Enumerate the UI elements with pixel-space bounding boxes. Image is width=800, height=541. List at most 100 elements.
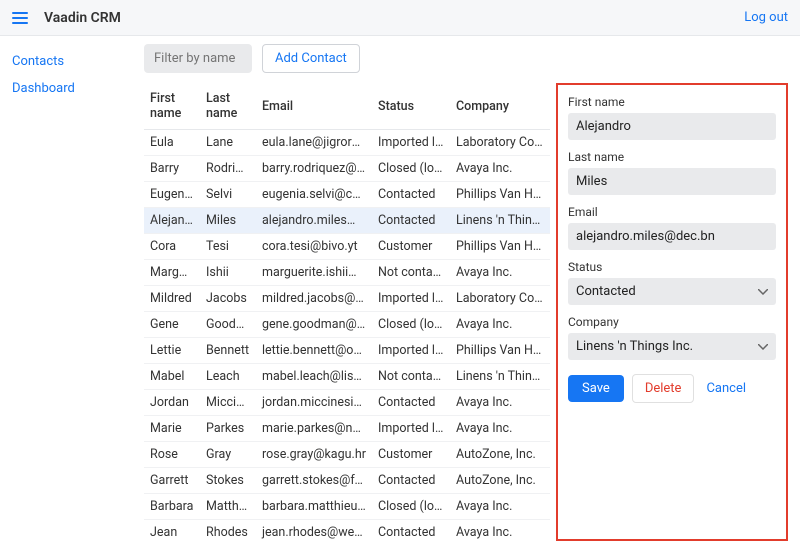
table-row[interactable]: AlejandroMilesalejandro.miles@de…Contact… bbox=[144, 208, 550, 234]
col-email[interactable]: Email bbox=[256, 83, 372, 130]
delete-button[interactable]: Delete bbox=[632, 374, 695, 403]
input-last-name[interactable] bbox=[568, 168, 776, 195]
cell-company: Phillips Van Heusen Corporation bbox=[450, 182, 550, 208]
cell-email: marguerite.ishii@ju… bbox=[256, 260, 372, 286]
main-content: Add Contact First name Last name Email S… bbox=[136, 36, 800, 541]
col-status[interactable]: Status bbox=[372, 83, 450, 130]
cell-first: Eugenia bbox=[144, 182, 200, 208]
cell-company: Avaya Inc. bbox=[450, 312, 550, 338]
label-first-name: First name bbox=[568, 95, 776, 109]
cell-first: Mabel bbox=[144, 364, 200, 390]
cell-email: alejandro.miles@de… bbox=[256, 208, 372, 234]
filter-input[interactable] bbox=[144, 44, 252, 73]
cell-last: Gray bbox=[200, 442, 256, 468]
cancel-button[interactable]: Cancel bbox=[702, 375, 750, 402]
table-row[interactable]: RoseGrayrose.gray@kagu.hrCustomerAutoZon… bbox=[144, 442, 550, 468]
cell-last: Selvi bbox=[200, 182, 256, 208]
cell-email: marie.parkes@nowu… bbox=[256, 416, 372, 442]
logout-link[interactable]: Log out bbox=[744, 10, 788, 25]
table-row[interactable]: GarrettStokesgarrett.stokes@fef.bgContac… bbox=[144, 468, 550, 494]
cell-last: Goodm… bbox=[200, 312, 256, 338]
cell-status: Imported lead bbox=[372, 286, 450, 312]
cell-email: barry.rodriquez@zu… bbox=[256, 156, 372, 182]
select-status[interactable]: Contacted bbox=[568, 278, 776, 305]
table-row[interactable]: Margue…Ishiimarguerite.ishii@ju…Not cont… bbox=[144, 260, 550, 286]
add-contact-button[interactable]: Add Contact bbox=[262, 44, 360, 73]
cell-company: AutoZone, Inc. bbox=[450, 468, 550, 494]
cell-first: Barry bbox=[144, 156, 200, 182]
table-row[interactable]: MildredJacobsmildred.jacobs@jor…Imported… bbox=[144, 286, 550, 312]
app-title: Vaadin CRM bbox=[44, 10, 121, 26]
cell-company: Avaya Inc. bbox=[450, 494, 550, 520]
cell-email: rose.gray@kagu.hr bbox=[256, 442, 372, 468]
cell-email: jean.rhodes@wehov… bbox=[256, 520, 372, 541]
cell-status: Closed (lost) bbox=[372, 494, 450, 520]
menu-icon[interactable] bbox=[12, 12, 28, 24]
cell-last: Stokes bbox=[200, 468, 256, 494]
cell-company: Avaya Inc. bbox=[450, 390, 550, 416]
cell-status: Imported lead bbox=[372, 130, 450, 156]
cell-email: mildred.jacobs@jor… bbox=[256, 286, 372, 312]
cell-first: Rose bbox=[144, 442, 200, 468]
cell-email: lettie.bennett@odet… bbox=[256, 338, 372, 364]
cell-company: Phillips Van Heusen Corporation bbox=[450, 338, 550, 364]
cell-company: Avaya Inc. bbox=[450, 416, 550, 442]
cell-last: Miles bbox=[200, 208, 256, 234]
cell-status: Closed (lost) bbox=[372, 312, 450, 338]
cell-email: eula.lane@jigrormo.ye bbox=[256, 130, 372, 156]
cell-last: Parkes bbox=[200, 416, 256, 442]
table-row[interactable]: EugeniaSelvieugenia.selvi@capf…Contacted… bbox=[144, 182, 550, 208]
cell-status: Imported lead bbox=[372, 416, 450, 442]
cell-status: Customer bbox=[372, 442, 450, 468]
table-row[interactable]: LettieBennettlettie.bennett@odet…Importe… bbox=[144, 338, 550, 364]
label-company: Company bbox=[568, 315, 776, 329]
label-email: Email bbox=[568, 205, 776, 219]
cell-first: Lettie bbox=[144, 338, 200, 364]
sidebar-item-dashboard[interactable]: Dashboard bbox=[12, 75, 136, 102]
table-row[interactable]: GeneGoodm…gene.goodman@ke…Closed (lost)A… bbox=[144, 312, 550, 338]
table-row[interactable]: MarieParkesmarie.parkes@nowu…Imported le… bbox=[144, 416, 550, 442]
cell-status: Closed (lost) bbox=[372, 156, 450, 182]
col-first-name[interactable]: First name bbox=[144, 83, 200, 130]
cell-first: Barbara bbox=[144, 494, 200, 520]
contacts-table: First name Last name Email Status Compan… bbox=[144, 83, 550, 541]
col-company[interactable]: Company bbox=[450, 83, 550, 130]
table-row[interactable]: EulaLaneeula.lane@jigrormo.yeImported le… bbox=[144, 130, 550, 156]
topbar: Vaadin CRM Log out bbox=[0, 0, 800, 36]
sidebar: Contacts Dashboard bbox=[0, 36, 136, 541]
save-button[interactable]: Save bbox=[568, 375, 624, 402]
cell-first: Margue… bbox=[144, 260, 200, 286]
cell-company: Linens 'n Things Inc. bbox=[450, 208, 550, 234]
cell-email: gene.goodman@ke… bbox=[256, 312, 372, 338]
cell-email: mabel.leach@lisohu… bbox=[256, 364, 372, 390]
cell-first: Gene bbox=[144, 312, 200, 338]
cell-last: Lane bbox=[200, 130, 256, 156]
cell-status: Contacted bbox=[372, 520, 450, 541]
cell-company: Avaya Inc. bbox=[450, 260, 550, 286]
cell-status: Contacted bbox=[372, 468, 450, 494]
cell-last: Leach bbox=[200, 364, 256, 390]
table-row[interactable]: JeanRhodesjean.rhodes@wehov…ContactedAva… bbox=[144, 520, 550, 541]
cell-last: Ishii bbox=[200, 260, 256, 286]
cell-last: Tesi bbox=[200, 234, 256, 260]
cell-first: Jean bbox=[144, 520, 200, 541]
input-email[interactable] bbox=[568, 223, 776, 250]
table-row[interactable]: CoraTesicora.tesi@bivo.ytCustomerPhillip… bbox=[144, 234, 550, 260]
table-row[interactable]: JordanMiccinesijordan.miccinesi@d…Contac… bbox=[144, 390, 550, 416]
table-header-row: First name Last name Email Status Compan… bbox=[144, 83, 550, 130]
cell-status: Contacted bbox=[372, 182, 450, 208]
cell-status: Contacted bbox=[372, 390, 450, 416]
cell-last: Rhodes bbox=[200, 520, 256, 541]
sidebar-item-contacts[interactable]: Contacts bbox=[12, 48, 136, 75]
input-first-name[interactable] bbox=[568, 113, 776, 140]
label-status: Status bbox=[568, 260, 776, 274]
cell-last: Jacobs bbox=[200, 286, 256, 312]
col-last-name[interactable]: Last name bbox=[200, 83, 256, 130]
cell-first: Garrett bbox=[144, 468, 200, 494]
table-row[interactable]: BarryRodriqu…barry.rodriquez@zu…Closed (… bbox=[144, 156, 550, 182]
table-row[interactable]: MabelLeachmabel.leach@lisohu…Not contact… bbox=[144, 364, 550, 390]
cell-company: Laboratory Corporation bbox=[450, 286, 550, 312]
table-row[interactable]: BarbaraMatthieubarbara.matthieu@…Closed … bbox=[144, 494, 550, 520]
select-company[interactable]: Linens 'n Things Inc. bbox=[568, 333, 776, 360]
cell-status: Contacted bbox=[372, 208, 450, 234]
